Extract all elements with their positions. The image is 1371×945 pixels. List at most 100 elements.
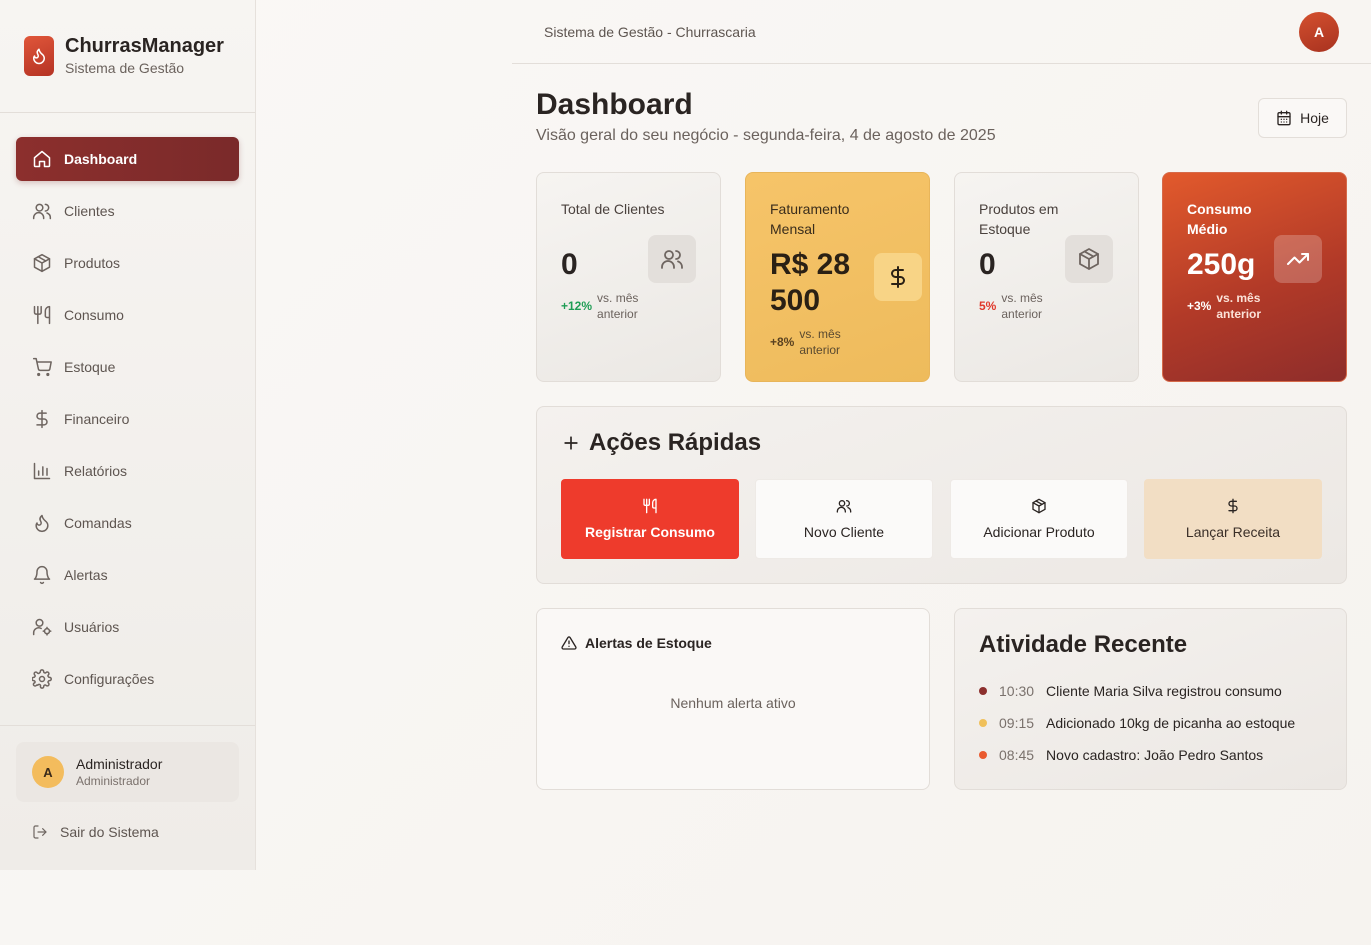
topbar-title: Sistema de Gestão - Churrascaria bbox=[544, 24, 756, 40]
sidebar-item-configuracoes[interactable]: Configurações bbox=[16, 657, 239, 701]
stat-delta-caption: vs. mês anterior bbox=[1001, 291, 1043, 321]
sidebar-item-label: Comandas bbox=[64, 515, 132, 531]
dollar-icon bbox=[32, 409, 52, 429]
calendar-icon bbox=[1276, 110, 1292, 126]
log-out-icon bbox=[32, 824, 48, 840]
today-button[interactable]: Hoje bbox=[1258, 98, 1347, 138]
logout-button[interactable]: Sair do Sistema bbox=[32, 824, 159, 840]
sidebar: ChurrasManager Sistema de Gestão Dashboa… bbox=[0, 0, 256, 870]
trending-up-icon bbox=[1274, 235, 1322, 283]
recent-activity-panel: Atividade Recente 10:30 Cliente Maria Si… bbox=[954, 608, 1347, 790]
activity-time: 08:45 bbox=[999, 747, 1035, 763]
user-role: Administrador bbox=[76, 774, 151, 788]
sidebar-item-relatorios[interactable]: Relatórios bbox=[16, 449, 239, 493]
stat-card-produtos[interactable]: Produtos em Estoque 0 5% vs. mês anterio… bbox=[954, 172, 1139, 382]
novo-cliente-button[interactable]: Novo Cliente bbox=[755, 479, 933, 559]
users-icon bbox=[648, 235, 696, 283]
topbar: Sistema de Gestão - Churrascaria A bbox=[512, 0, 1371, 64]
sidebar-item-label: Relatórios bbox=[64, 463, 128, 479]
today-label: Hoje bbox=[1300, 110, 1329, 126]
flame-logo-icon bbox=[24, 36, 54, 76]
current-user[interactable]: A Administrador Administrador bbox=[16, 742, 239, 802]
sidebar-item-financeiro[interactable]: Financeiro bbox=[16, 397, 239, 441]
stock-alerts-panel: Alertas de Estoque Nenhum alerta ativo bbox=[536, 608, 930, 790]
user-avatar-button[interactable]: A bbox=[1299, 12, 1339, 52]
brand[interactable]: ChurrasManager Sistema de Gestão bbox=[24, 34, 224, 78]
utensils-icon bbox=[642, 498, 658, 514]
sidebar-item-comandas[interactable]: Comandas bbox=[16, 501, 239, 545]
button-label: Registrar Consumo bbox=[585, 524, 715, 540]
user-cog-icon bbox=[32, 617, 52, 637]
stock-alerts-empty: Nenhum alerta ativo bbox=[670, 695, 796, 711]
stat-delta-caption: vs. mês anterior bbox=[799, 327, 841, 357]
sidebar-nav: Dashboard Clientes Produtos Consumo Esto… bbox=[16, 137, 239, 709]
activity-time: 10:30 bbox=[999, 683, 1035, 699]
users-icon bbox=[32, 201, 52, 221]
sidebar-item-dashboard[interactable]: Dashboard bbox=[16, 137, 239, 181]
adicionar-produto-button[interactable]: Adicionar Produto bbox=[950, 479, 1128, 559]
sidebar-item-clientes[interactable]: Clientes bbox=[16, 189, 239, 233]
stat-card-consumo-medio[interactable]: Consumo Médio 250g +3% vs. mês anterior bbox=[1162, 172, 1347, 382]
activity-item: 10:30 Cliente Maria Silva registrou cons… bbox=[979, 683, 1282, 699]
package-icon bbox=[1065, 235, 1113, 283]
button-label: Novo Cliente bbox=[803, 524, 885, 540]
activity-text: Novo cadastro: João Pedro Santos bbox=[1046, 747, 1264, 763]
sidebar-item-label: Financeiro bbox=[64, 411, 130, 427]
sidebar-item-consumo[interactable]: Consumo bbox=[16, 293, 239, 337]
sidebar-item-label: Alertas bbox=[64, 567, 108, 583]
stock-alerts-title: Alertas de Estoque bbox=[585, 635, 712, 651]
stat-label: Produtos em Estoque bbox=[979, 201, 1059, 237]
stat-delta: +3% bbox=[1187, 299, 1212, 313]
utensils-icon bbox=[32, 305, 52, 325]
dollar-icon bbox=[1225, 498, 1241, 514]
page-title: Dashboard bbox=[536, 88, 693, 121]
stat-value: 250g bbox=[1187, 248, 1256, 281]
cart-icon bbox=[32, 357, 52, 377]
gear-icon bbox=[32, 669, 52, 689]
sidebar-item-estoque[interactable]: Estoque bbox=[16, 345, 239, 389]
avatar: A bbox=[32, 756, 64, 788]
sidebar-divider bbox=[0, 112, 255, 113]
sidebar-item-usuarios[interactable]: Usuários bbox=[16, 605, 239, 649]
stat-delta-caption: vs. mês anterior bbox=[1216, 291, 1262, 321]
activity-text: Adicionado 10kg de picanha ao estoque bbox=[1046, 715, 1296, 731]
stat-value: R$ 28 500 bbox=[770, 248, 851, 317]
registrar-consumo-button[interactable]: Registrar Consumo bbox=[561, 479, 739, 559]
sidebar-item-produtos[interactable]: Produtos bbox=[16, 241, 239, 285]
sidebar-item-label: Estoque bbox=[64, 359, 116, 375]
plus-icon bbox=[561, 433, 581, 453]
activity-item: 08:45 Novo cadastro: João Pedro Santos bbox=[979, 747, 1263, 763]
stat-label: Faturamento Mensal bbox=[770, 201, 850, 237]
package-icon bbox=[1031, 498, 1047, 514]
button-label: Adicionar Produto bbox=[983, 524, 1095, 540]
quick-actions-panel: Ações Rápidas Registrar Consumo Novo Cli… bbox=[536, 406, 1347, 584]
stat-label: Total de Clientes bbox=[561, 201, 665, 217]
brand-subtitle: Sistema de Gestão bbox=[65, 60, 185, 76]
activity-text: Cliente Maria Silva registrou consumo bbox=[1046, 683, 1282, 699]
warning-icon bbox=[561, 635, 577, 651]
user-name: Administrador bbox=[76, 756, 163, 772]
dollar-icon bbox=[874, 253, 922, 301]
stat-delta: +12% bbox=[561, 299, 593, 313]
stat-card-faturamento[interactable]: Faturamento Mensal R$ 28 500 +8% vs. mês… bbox=[745, 172, 930, 382]
stat-card-clientes[interactable]: Total de Clientes 0 +12% vs. mês anterio… bbox=[536, 172, 721, 382]
button-label: Lançar Receita bbox=[1185, 524, 1281, 540]
lancar-receita-button[interactable]: Lançar Receita bbox=[1144, 479, 1322, 559]
home-icon bbox=[32, 149, 52, 169]
recent-activity-title: Atividade Recente bbox=[979, 631, 1188, 658]
bell-icon bbox=[32, 565, 52, 585]
sidebar-item-alertas[interactable]: Alertas bbox=[16, 553, 239, 597]
activity-dot bbox=[979, 687, 987, 695]
sidebar-item-label: Produtos bbox=[64, 255, 121, 271]
brand-title: ChurrasManager bbox=[65, 35, 224, 57]
flame-icon bbox=[32, 513, 52, 533]
sidebar-item-label: Usuários bbox=[64, 619, 120, 635]
stat-value: 0 bbox=[979, 248, 996, 281]
users-icon bbox=[836, 498, 852, 514]
sidebar-item-label: Dashboard bbox=[64, 151, 138, 167]
activity-dot bbox=[979, 751, 987, 759]
bar-chart-icon bbox=[32, 461, 52, 481]
sidebar-item-label: Configurações bbox=[64, 671, 155, 687]
activity-time: 09:15 bbox=[999, 715, 1035, 731]
quick-actions-title: Ações Rápidas bbox=[589, 429, 762, 456]
